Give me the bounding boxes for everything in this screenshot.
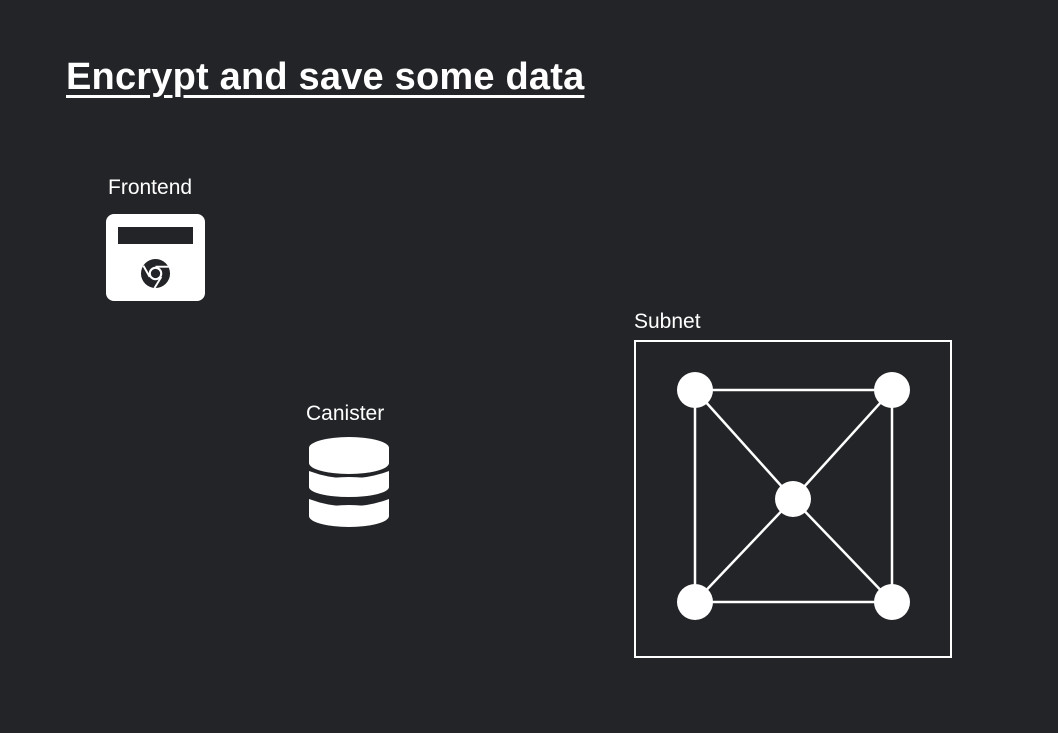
slide-title: Encrypt and save some data (66, 56, 585, 98)
address-bar (118, 227, 193, 244)
browser-window-icon (106, 214, 205, 301)
network-node (874, 372, 910, 408)
network-graph-icon (634, 340, 952, 658)
subnet-label: Subnet (634, 310, 701, 333)
database-icon (309, 437, 389, 527)
network-node (775, 481, 811, 517)
canister-label: Canister (306, 402, 385, 425)
frontend-label: Frontend (108, 176, 193, 199)
network-node (677, 372, 713, 408)
chrome-icon (140, 258, 171, 289)
network-node (874, 584, 910, 620)
network-node (677, 584, 713, 620)
